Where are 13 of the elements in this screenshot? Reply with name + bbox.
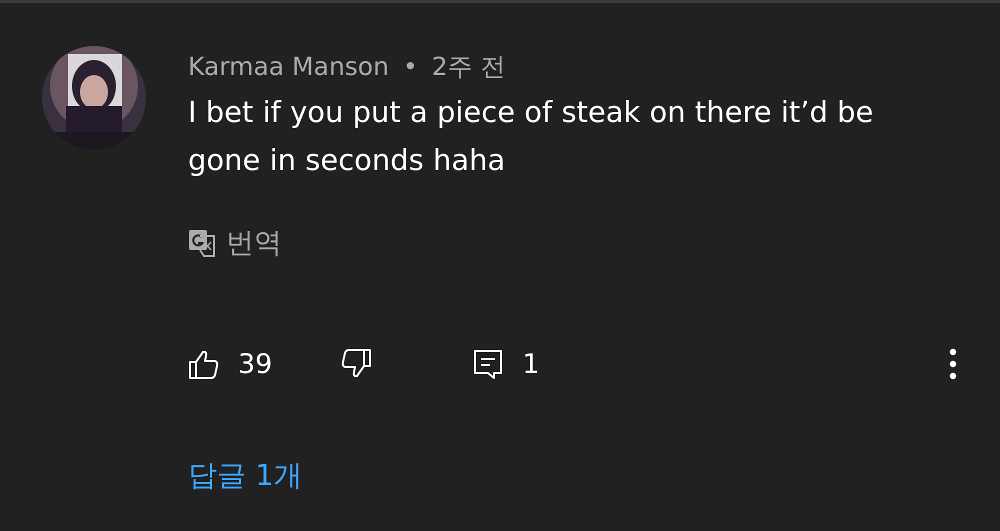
thumbs-down-icon[interactable]: [340, 348, 372, 380]
replies-link[interactable]: 답글 1개: [188, 456, 303, 496]
comment-time: 2주 전: [432, 50, 506, 82]
thumbs-up-icon[interactable]: [188, 348, 220, 380]
more-icon[interactable]: [949, 348, 957, 380]
author-name[interactable]: Karmaa Manson: [188, 52, 389, 80]
translate-icon[interactable]: [188, 229, 216, 257]
separator-dot: •: [402, 52, 418, 80]
reply-count: 1: [522, 348, 540, 380]
comment-icon[interactable]: [472, 348, 504, 380]
like-count: 39: [238, 348, 272, 380]
translate-link[interactable]: 번역: [226, 224, 282, 262]
comment-text: I bet if you put a piece of steak on there it’d be gone in seconds haha: [188, 94, 874, 179]
